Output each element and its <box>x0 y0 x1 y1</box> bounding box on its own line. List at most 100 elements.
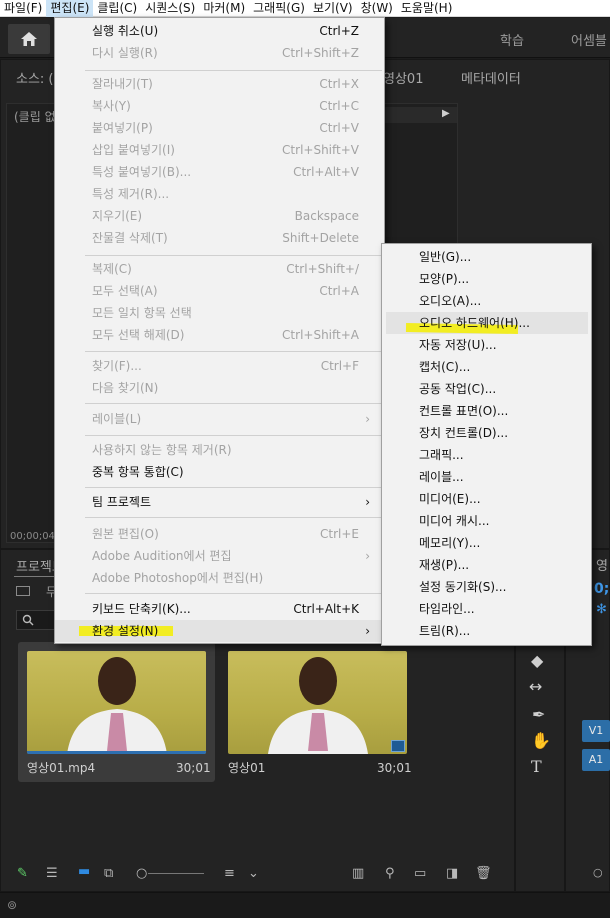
menu-window[interactable]: 창(W) <box>357 0 397 17</box>
timeline-zoom-handle-icon[interactable]: ○ <box>593 866 603 879</box>
workspace-tab-learn[interactable]: 학습 <box>500 30 524 49</box>
clip-thumbnail-1[interactable] <box>27 651 206 754</box>
zoom-slider-handle-icon[interactable]: ○ <box>136 866 147 881</box>
freeform-view-icon[interactable]: ⧉ <box>104 866 113 881</box>
ripple-edit-tool-icon[interactable]: ↔ <box>529 677 542 696</box>
menu-item-select-all-matching[interactable]: 모든 일치 항목 선택 <box>55 302 384 324</box>
menu-item-undo[interactable]: 실행 취소(U) Ctrl+Z <box>55 20 384 42</box>
track-v1[interactable]: V1 <box>582 720 610 742</box>
icon-view-icon[interactable]: ▬ <box>78 864 90 879</box>
menu-clip[interactable]: 클립(C) <box>93 0 141 17</box>
menu-help[interactable]: 도움말(H) <box>397 0 457 17</box>
track-a1[interactable]: A1 <box>582 749 610 771</box>
cc-sync-icon[interactable]: ⊚ <box>7 898 17 912</box>
tab-source[interactable]: 소스: ( <box>16 68 54 87</box>
panel-arrow-icon[interactable]: ▶ <box>442 108 450 119</box>
menu-item-cut[interactable]: 잘라내기(T) Ctrl+X <box>55 73 384 95</box>
chevron-right-icon: › <box>365 412 370 426</box>
type-tool-icon[interactable]: T <box>531 757 542 776</box>
pref-item-media[interactable]: 미디어(E)... <box>382 488 591 510</box>
menu-marker[interactable]: 마커(M) <box>199 0 249 17</box>
menu-item-paste-attributes[interactable]: 특성 붙여넣기(B)... Ctrl+Alt+V <box>55 161 384 183</box>
tab-sequence[interactable]: 영상01 <box>383 68 423 87</box>
chevron-right-icon: › <box>365 495 370 509</box>
sort-icon[interactable]: ≡ <box>224 866 235 881</box>
folder-icon <box>16 586 30 596</box>
search-icon <box>22 614 34 626</box>
person-thumbnail-graphic <box>67 657 167 754</box>
chevron-down-icon[interactable]: ⌄ <box>248 866 259 881</box>
new-item-icon[interactable]: ◨ <box>446 866 458 881</box>
pref-item-sync-settings[interactable]: 설정 동기화(S)... <box>382 576 591 598</box>
pen-tool-icon[interactable]: ✒ <box>532 705 545 724</box>
preferences-submenu: 일반(G)... 모양(P)... 오디오(A)... 오디오 하드웨어(H).… <box>381 243 592 646</box>
menu-item-duplicate[interactable]: 복제(C) Ctrl+Shift+/ <box>55 258 384 280</box>
menu-item-deselect-all[interactable]: 모두 선택 해제(D) Ctrl+Shift+A <box>55 324 384 346</box>
menu-sequence[interactable]: 시퀀스(S) <box>141 0 199 17</box>
project-search-input[interactable] <box>16 610 56 630</box>
zoom-slider-track[interactable] <box>148 873 204 874</box>
new-bin-icon[interactable]: ▭ <box>414 866 426 881</box>
pref-item-collaboration[interactable]: 공동 작업(C)... <box>382 378 591 400</box>
menu-item-paste[interactable]: 붙여넣기(P) Ctrl+V <box>55 117 384 139</box>
menu-item-find-next[interactable]: 다음 찾기(N) <box>55 377 384 399</box>
tab-metadata[interactable]: 메타데이터 <box>461 68 521 87</box>
menu-edit[interactable]: 편집(E) <box>46 0 94 17</box>
pref-item-playback[interactable]: 재생(P)... <box>382 554 591 576</box>
pencil-icon[interactable]: ✎ <box>17 866 28 881</box>
menu-item-label[interactable]: 레이블(L) › <box>55 408 384 430</box>
menu-item-paste-insert[interactable]: 삽입 붙여넣기(I) Ctrl+Shift+V <box>55 139 384 161</box>
trash-icon[interactable]: 🗑 <box>475 866 492 881</box>
menu-item-clear[interactable]: 지우기(E) Backspace <box>55 205 384 227</box>
menu-separator <box>85 593 382 594</box>
clip-thumbnail-2[interactable] <box>228 651 407 754</box>
menu-item-edit-original[interactable]: 원본 편집(O) Ctrl+E <box>55 523 384 545</box>
menu-separator <box>85 70 382 71</box>
tab-timeline[interactable]: 영 <box>596 555 608 574</box>
chevron-right-icon: › <box>365 549 370 563</box>
menu-item-keyboard-shortcuts[interactable]: 키보드 단축키(K)... Ctrl+Alt+K <box>55 598 384 620</box>
menu-item-team-projects[interactable]: 팀 프로젝트 › <box>55 491 384 513</box>
pref-item-control-surface[interactable]: 컨트롤 표면(O)... <box>382 400 591 422</box>
menu-item-select-all[interactable]: 모두 선택(A) Ctrl+A <box>55 280 384 302</box>
edit-menu: 실행 취소(U) Ctrl+Z 다시 실행(R) Ctrl+Shift+Z 잘라내기… <box>54 17 385 644</box>
home-button[interactable] <box>8 24 50 54</box>
pref-item-auto-save[interactable]: 자동 저장(U)... <box>382 334 591 356</box>
menu-item-edit-in-audition[interactable]: Adobe Audition에서 편집 › <box>55 545 384 567</box>
sequence-name: 영상01 <box>228 761 266 775</box>
pref-item-audio[interactable]: 오디오(A)... <box>382 290 591 312</box>
snap-icon[interactable]: ✻ <box>596 602 607 617</box>
menu-view[interactable]: 보기(V) <box>309 0 357 17</box>
menu-item-remove-attributes[interactable]: 특성 제거(R)... <box>55 183 384 205</box>
automate-icon[interactable]: ▥ <box>352 866 364 881</box>
pref-item-labels[interactable]: 레이블... <box>382 466 591 488</box>
pref-item-timeline[interactable]: 타임라인... <box>382 598 591 620</box>
pref-item-graphics[interactable]: 그래픽... <box>382 444 591 466</box>
pref-item-media-cache[interactable]: 미디어 캐시... <box>382 510 591 532</box>
slip-tool-icon[interactable]: ◆ <box>531 651 543 670</box>
timeline-timecode[interactable]: 0; <box>594 581 609 597</box>
menu-item-copy[interactable]: 복사(Y) Ctrl+C <box>55 95 384 117</box>
pref-item-appearance[interactable]: 모양(P)... <box>382 268 591 290</box>
menu-graphics[interactable]: 그래픽(G) <box>249 0 309 17</box>
menu-item-find[interactable]: 찾기(F)... Ctrl+F <box>55 355 384 377</box>
menu-item-ripple-delete[interactable]: 잔물결 삭제(T) Shift+Delete <box>55 227 384 249</box>
pref-item-audio-hardware[interactable]: 오디오 하드웨어(H)... <box>386 312 588 334</box>
hand-tool-icon[interactable]: ✋ <box>531 731 551 750</box>
list-view-icon[interactable]: ☰ <box>46 866 58 881</box>
workspace-tab-assembly[interactable]: 어셈블 <box>571 30 607 49</box>
clip-usage-bar <box>27 751 206 754</box>
menu-item-redo[interactable]: 다시 실행(R) Ctrl+Shift+Z <box>55 42 384 64</box>
find-icon[interactable]: ⚲ <box>385 866 395 881</box>
pref-item-capture[interactable]: 캡처(C)... <box>382 356 591 378</box>
menu-item-edit-in-photoshop[interactable]: Adobe Photoshop에서 편집(H) <box>55 567 384 589</box>
menu-item-preferences[interactable]: 환경 설정(N) › <box>55 620 384 642</box>
pref-item-trim[interactable]: 트림(R)... <box>382 620 591 642</box>
menu-item-consolidate-duplicates[interactable]: 중복 항목 통합(C) <box>55 461 384 483</box>
pref-item-general[interactable]: 일반(G)... <box>382 246 591 268</box>
menu-file[interactable]: 파일(F) <box>0 0 46 17</box>
menu-item-remove-unused[interactable]: 사용하지 않는 항목 제거(R) <box>55 439 384 461</box>
pref-item-device-control[interactable]: 장치 컨트롤(D)... <box>382 422 591 444</box>
menu-separator <box>85 255 382 256</box>
pref-item-memory[interactable]: 메모리(Y)... <box>382 532 591 554</box>
